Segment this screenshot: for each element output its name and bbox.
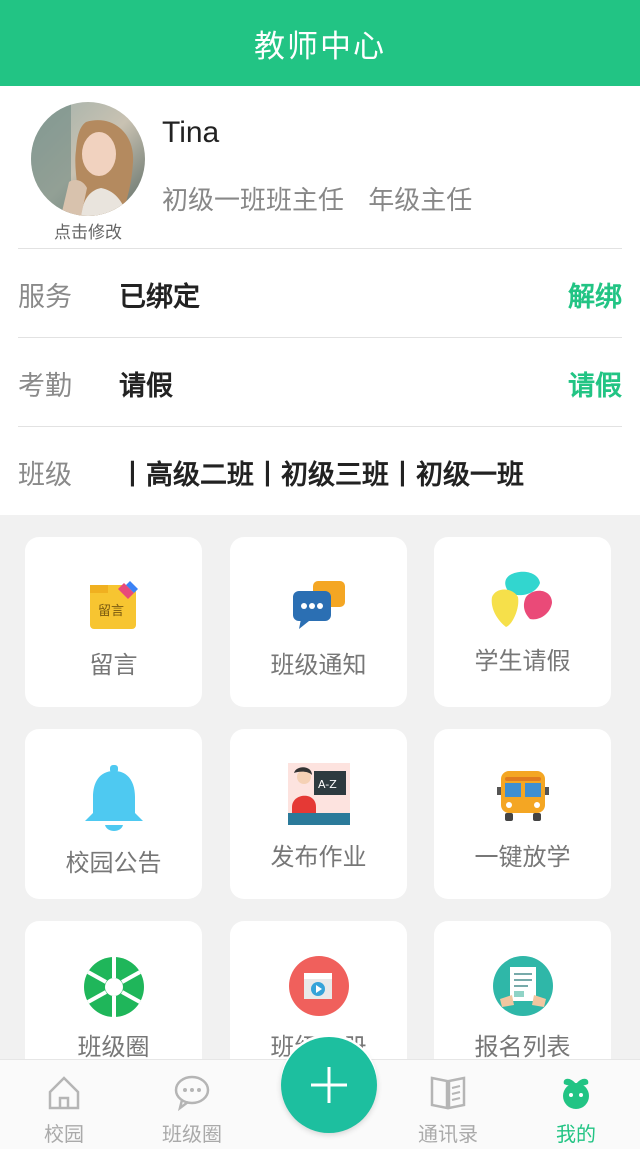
tab-label: 班级圈 [162, 1122, 222, 1146]
tab-campus[interactable]: 校园 [0, 1060, 128, 1149]
leave-button[interactable]: 请假 [568, 364, 622, 403]
svg-text:A-Z: A-Z [318, 778, 337, 791]
page-title: 教师中心 [254, 28, 386, 65]
signup-form-icon [492, 956, 553, 1016]
grid-item-label: 一键放学 [474, 843, 571, 871]
book-icon [430, 1076, 466, 1110]
avatar-edit-hint[interactable]: 点击修改 [30, 218, 146, 243]
tab-mine[interactable]: 我的 [512, 1060, 640, 1149]
school-bus-icon [496, 771, 549, 821]
class-list: 丨高级二班丨初级三班丨初级一班 [119, 460, 524, 491]
role-label: 年级主任 [368, 186, 473, 216]
grid-item-label: 校园公告 [65, 849, 162, 877]
info-row-classes: 班级 丨高级二班丨初级三班丨初级一班 [18, 426, 622, 515]
info-label: 班级 [18, 460, 72, 491]
app-header: 教师中心 [0, 0, 640, 86]
grid-item-label: 留言 [89, 651, 138, 679]
plus-icon [311, 1067, 347, 1103]
add-button[interactable] [281, 1037, 377, 1133]
grid-item-class-notice[interactable]: 班级通知 [230, 537, 407, 707]
colorful-petals-icon [491, 571, 552, 627]
tab-label: 我的 [556, 1122, 596, 1146]
svg-text:留言: 留言 [98, 604, 124, 619]
bell-icon [84, 765, 143, 831]
unbind-button[interactable]: 解绑 [568, 275, 622, 314]
sprout-icon [563, 1078, 589, 1109]
video-camera-icon [288, 956, 349, 1016]
teacher-blackboard-icon: A-Z [287, 763, 350, 825]
grid-item-label: 班级圈 [77, 1033, 150, 1061]
info-label: 服务 [18, 282, 72, 313]
aperture-icon [83, 957, 144, 1017]
grid-item-dismiss-school[interactable]: 一键放学 [434, 729, 611, 899]
role-label: 初级一班班主任 [162, 186, 345, 216]
tab-class-circle[interactable]: 班级圈 [128, 1060, 256, 1149]
profile-roles: 初级一班班主任 年级主任 [162, 180, 488, 217]
info-row-service: 服务 已绑定 解绑 [18, 248, 622, 337]
grid-item-campus-announcement[interactable]: 校园公告 [25, 729, 202, 899]
info-label: 考勤 [18, 371, 72, 402]
home-icon [48, 1076, 80, 1110]
chat-bubbles-icon [292, 581, 345, 629]
info-row-attendance: 考勤 请假 请假 [18, 337, 622, 426]
grid-item-label: 班级通知 [270, 651, 367, 679]
avatar[interactable] [31, 102, 145, 216]
grid-item-student-leave[interactable]: 学生请假 [434, 537, 611, 707]
grid-item-label: 学生请假 [474, 647, 571, 675]
message-note-icon: 留言 [89, 581, 138, 629]
grid-item-message[interactable]: 留言 留言 [25, 537, 202, 707]
tab-contacts[interactable]: 通讯录 [384, 1060, 512, 1149]
profile-card: 点击修改 Tina 初级一班班主任 年级主任 [0, 86, 640, 248]
chat-icon [174, 1075, 210, 1112]
info-value: 已绑定 [119, 282, 200, 313]
info-value: 请假 [119, 371, 173, 402]
info-list: 服务 已绑定 解绑 考勤 请假 请假 班级 丨高级二班丨初级三班丨初级一班 [0, 248, 640, 515]
grid-item-label: 报名列表 [474, 1033, 571, 1061]
grid-item-label: 发布作业 [270, 843, 367, 871]
tab-label: 通讯录 [418, 1122, 478, 1146]
tab-label: 校园 [44, 1122, 84, 1146]
profile-name: Tina [162, 116, 220, 149]
grid-item-publish-homework[interactable]: A-Z 发布作业 [230, 729, 407, 899]
